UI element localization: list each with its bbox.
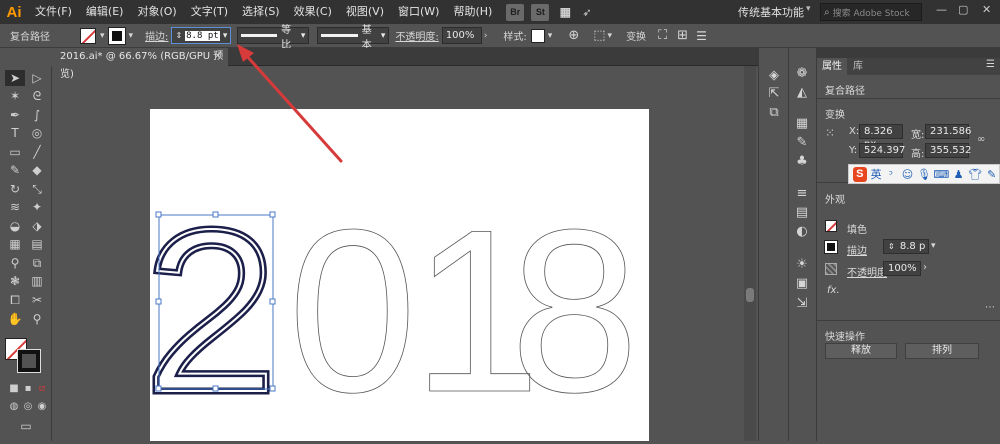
ime-toolbar: S 英 ᵓ ☺ 🎙︎ ⌨ ♟ 👕︎ ✎ bbox=[848, 164, 1000, 184]
appearance-stroke-value: 8.8 p bbox=[899, 241, 926, 252]
divider bbox=[817, 98, 1000, 99]
tab-properties[interactable]: 属性 bbox=[817, 58, 847, 75]
transparency-icon[interactable]: ◐ bbox=[793, 224, 811, 240]
properties-header bbox=[816, 48, 1000, 58]
properties-panel: 属性 库 ☰ 复合路径 变换 ⁙ X: 8.326 px 宽: 231.586 … bbox=[816, 58, 1000, 441]
symbols-icon[interactable]: ♣ bbox=[793, 154, 811, 170]
swatches-icon[interactable]: ▦ bbox=[793, 116, 811, 132]
constrain-link-icon[interactable]: ∞ bbox=[977, 134, 985, 145]
export-icon[interactable]: ⇱ bbox=[765, 86, 783, 102]
transform-title: 变换 bbox=[825, 110, 845, 121]
panel-dock-2: ❁ ◭ ▦ ✎ ♣ ≡ ▤ ◐ ☀ ▣ ⇲ bbox=[788, 48, 816, 441]
y-field[interactable]: 524.397 bbox=[859, 143, 905, 158]
links-icon[interactable]: ⇲ bbox=[793, 296, 811, 312]
arrange-button[interactable]: 排列 bbox=[905, 343, 979, 359]
ime-user-icon[interactable]: ♟ bbox=[951, 168, 966, 181]
x-label: X: bbox=[849, 126, 860, 137]
h-field[interactable]: 355.532 bbox=[925, 143, 971, 158]
no-fill-slash-icon bbox=[826, 221, 836, 231]
stepper-icon[interactable]: ⇕ bbox=[888, 242, 895, 251]
appearance-opacity-field[interactable]: 100% bbox=[883, 261, 921, 276]
more-options-icon[interactable]: ⋯ bbox=[985, 302, 995, 313]
appearance-stroke-field[interactable]: ⇕ 8.8 p bbox=[883, 239, 929, 254]
layers-icon[interactable]: ◈ bbox=[765, 68, 783, 84]
w-label: 宽: bbox=[911, 130, 925, 141]
h-label: 高: bbox=[911, 149, 925, 160]
canvas-scrollbar[interactable] bbox=[744, 66, 756, 441]
panel-options-icon[interactable]: ☰ bbox=[986, 59, 995, 70]
properties-tabs: 属性 库 ☰ bbox=[817, 58, 1000, 75]
ime-skin-icon[interactable]: 👕︎ bbox=[968, 168, 983, 181]
appearance-fill-swatch[interactable] bbox=[825, 220, 837, 232]
appearance-stroke-chevron-icon[interactable]: ▾ bbox=[931, 241, 936, 251]
ime-keyboard-icon[interactable]: ⌨ bbox=[933, 168, 949, 181]
selection-type-label: 复合路径 bbox=[825, 86, 865, 97]
ime-voice-icon[interactable]: 🎙︎ bbox=[917, 168, 932, 181]
ime-logo-icon[interactable]: S bbox=[853, 166, 867, 182]
gradient-panel-icon[interactable]: ▤ bbox=[793, 205, 811, 221]
divider bbox=[817, 320, 1000, 321]
graphic-styles-icon[interactable]: ▣ bbox=[793, 276, 811, 292]
quick-actions-title: 快速操作 bbox=[825, 332, 865, 343]
brushes-icon[interactable]: ✎ bbox=[793, 135, 811, 151]
ime-emoji-icon[interactable]: ☺ bbox=[900, 168, 915, 181]
appearance-opacity-arrow-icon[interactable]: › bbox=[923, 262, 927, 273]
appearance-title: 外观 bbox=[825, 195, 845, 206]
appearance-stroke-swatch[interactable] bbox=[824, 240, 838, 254]
ime-settings-icon[interactable]: ✎ bbox=[984, 168, 999, 181]
fx-button[interactable]: fx. bbox=[827, 285, 840, 296]
ime-language-toggle[interactable]: 英 bbox=[871, 166, 882, 182]
artboards-icon[interactable]: ⧉ bbox=[765, 105, 783, 121]
tab-libraries[interactable]: 库 bbox=[853, 58, 863, 75]
color-icon[interactable]: ❁ bbox=[793, 66, 811, 82]
x-field[interactable]: 8.326 px bbox=[859, 124, 903, 150]
appearance-panel-icon[interactable]: ☀ bbox=[793, 257, 811, 273]
w-field[interactable]: 231.586 bbox=[925, 124, 971, 139]
panel-dock-1: ◈ ⇱ ⧉ bbox=[758, 48, 788, 441]
appearance-opacity-label[interactable]: 不透明度 bbox=[847, 264, 887, 279]
release-button[interactable]: 释放 bbox=[825, 343, 897, 359]
reference-point-icon[interactable]: ⁙ bbox=[825, 126, 835, 140]
y-label: Y: bbox=[849, 145, 858, 156]
canvas-scrollbar-thumb[interactable] bbox=[746, 288, 754, 302]
appearance-fill-label: 填色 bbox=[847, 225, 867, 236]
appearance-stroke-label[interactable]: 描边 bbox=[847, 242, 867, 257]
stroke-panel-icon[interactable]: ≡ bbox=[793, 186, 811, 202]
appearance-opacity-swatch[interactable] bbox=[825, 263, 837, 275]
color-guide-icon[interactable]: ◭ bbox=[793, 85, 811, 101]
ime-punctuation-icon[interactable]: ᵓ bbox=[884, 168, 899, 181]
